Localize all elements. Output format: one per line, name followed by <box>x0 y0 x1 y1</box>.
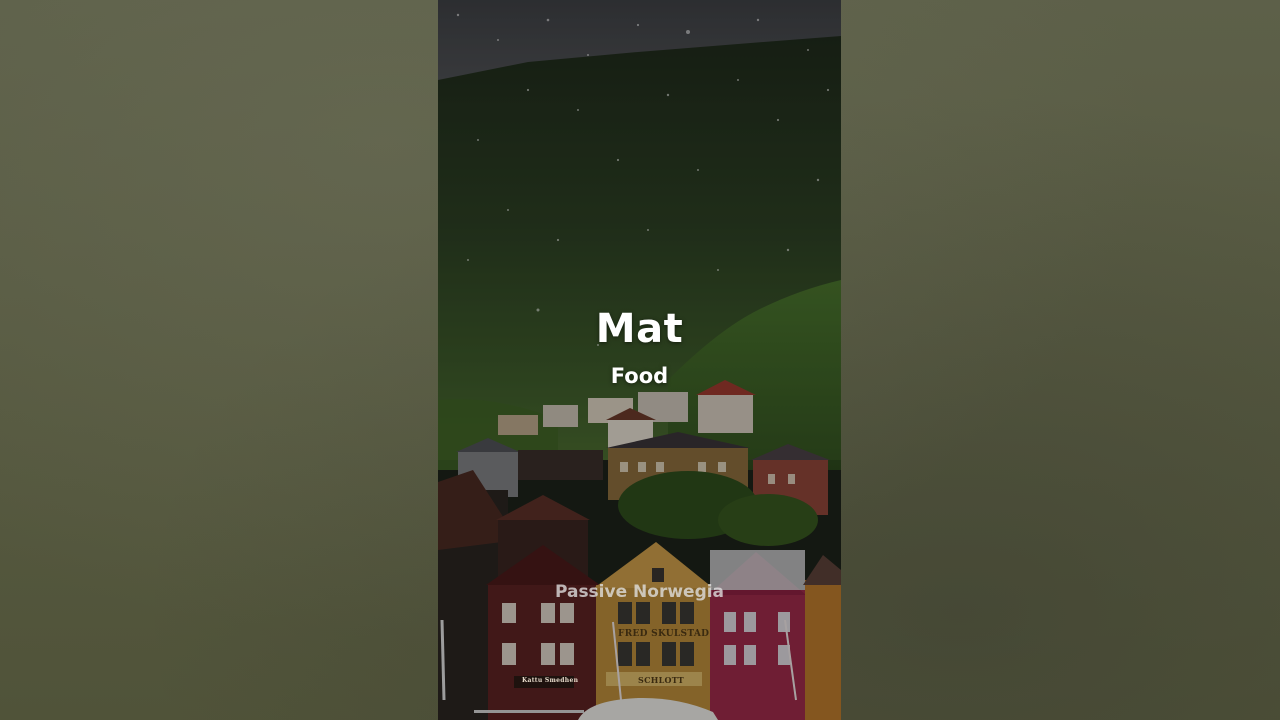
left-sign-text: Kattu Smedhen <box>522 677 579 684</box>
overlay-title: Mat <box>595 306 684 352</box>
shop-sign-text: FRED SKULSTAD <box>618 629 710 639</box>
video-dim-overlay <box>438 0 841 720</box>
channel-watermark: Passive Norwegia <box>554 582 725 602</box>
video-frame[interactable]: FRED SKULSTAD SCHLOTT Kattu Smedhen Mat … <box>438 0 841 720</box>
overlay-subtitle: Food <box>610 364 669 388</box>
video-stage: FRED SKULSTAD SCHLOTT Kattu Smedhen Mat … <box>0 0 1280 720</box>
shop-sign-lower-text: SCHLOTT <box>638 675 685 685</box>
